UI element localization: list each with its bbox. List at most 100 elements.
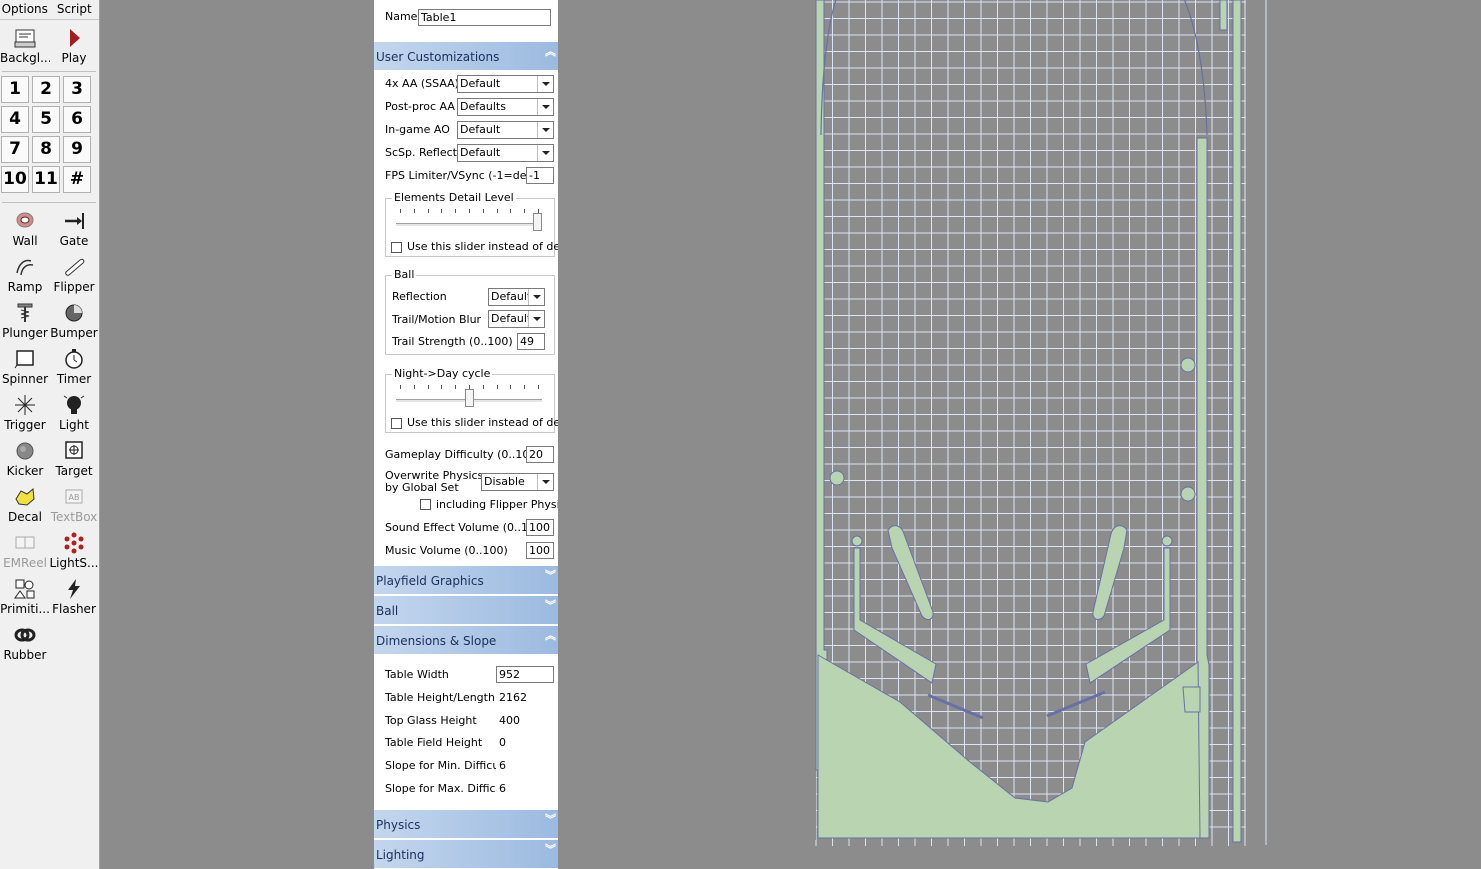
slider-tick	[496, 209, 498, 213]
dropdown-arrow-icon	[537, 474, 553, 490]
fps-row: FPS Limiter/VSync (-1=def.) -1	[374, 166, 558, 186]
layer-button-7[interactable]: 7	[1, 136, 29, 163]
tool-label: Backgl...	[0, 51, 50, 65]
field-height-input[interactable]: 0	[496, 734, 554, 751]
emreel-tool-button[interactable]: EMReel	[0, 527, 50, 571]
section-user-customizations[interactable]: User Customizations ︽	[374, 42, 558, 70]
music-label: Music Volume (0..100)	[385, 544, 508, 557]
right-post-lower[interactable]	[1180, 486, 1196, 502]
target-icon	[65, 441, 83, 459]
light-tool-button[interactable]: Light	[49, 389, 99, 433]
layer-button-1[interactable]: 1	[1, 76, 29, 103]
table-height-row: Table Height/Length 2162	[374, 688, 558, 708]
rubber-tool-button[interactable]: Rubber	[0, 619, 50, 663]
right-post-upper[interactable]	[1180, 357, 1196, 373]
textbox-tool-button[interactable]: AB TextBox	[49, 481, 99, 525]
section-physics[interactable]: Physics ︾	[374, 810, 558, 838]
flipper-physics-label: including Flipper Physics	[436, 498, 558, 511]
section-ball[interactable]: Ball ︾	[374, 596, 558, 624]
layer-button-11[interactable]: 11	[32, 166, 60, 193]
flasher-tool-button[interactable]: Flasher	[49, 573, 99, 617]
top-right-post[interactable]	[1219, 0, 1228, 31]
tool-label: Flipper	[53, 280, 95, 294]
trail-select[interactable]: Default	[488, 310, 545, 328]
bumper-tool-button[interactable]: Bumper	[49, 297, 99, 341]
playfield-canvas[interactable]	[800, 0, 1281, 869]
timer-tool-button[interactable]: Timer	[49, 343, 99, 387]
section-lighting[interactable]: Lighting ︾	[374, 840, 558, 868]
ao-select[interactable]: Default	[457, 121, 554, 139]
layer-button-2[interactable]: 2	[32, 76, 60, 103]
name-input[interactable]: Table1	[418, 9, 551, 26]
primitive-tool-button[interactable]: Primiti...	[0, 573, 50, 617]
play-button[interactable]: Play	[49, 22, 99, 66]
flipper-physics-checkbox[interactable]	[420, 499, 431, 510]
reflect-select[interactable]: Default	[457, 144, 554, 162]
aa-select[interactable]: Default	[457, 75, 554, 93]
slider-thumb[interactable]	[533, 213, 542, 231]
spinner-tool-button[interactable]: Spinner	[0, 343, 50, 387]
difficulty-input[interactable]: 20	[526, 446, 554, 463]
reflection-label: Reflection	[392, 290, 447, 303]
ramp-tool-button[interactable]: Ramp	[0, 251, 50, 295]
tab-script[interactable]: Script	[50, 0, 100, 19]
table-width-row: Table Width 952	[374, 665, 558, 685]
timer-icon	[65, 349, 83, 369]
trigger-tool-button[interactable]: Trigger	[0, 389, 50, 433]
night-checkbox[interactable]	[391, 418, 402, 429]
slider-tick	[482, 209, 484, 213]
night-day-slider[interactable]	[394, 385, 544, 415]
layer-button-4[interactable]: 4	[1, 106, 29, 133]
left-inlane-post[interactable]	[851, 535, 863, 547]
light-icon	[63, 395, 85, 414]
overwrite-select[interactable]: Disable	[481, 473, 554, 491]
layer-button-10[interactable]: 10	[1, 166, 29, 193]
lightsequencer-tool-button[interactable]: LightS...	[49, 527, 99, 571]
section-playfield-graphics[interactable]: Playfield Graphics ︾	[374, 566, 558, 594]
slope-max-input[interactable]: 6	[496, 780, 554, 797]
reflection-select[interactable]: Default	[488, 288, 545, 306]
left-post[interactable]	[829, 470, 845, 486]
trail-strength-input[interactable]: 49	[517, 333, 545, 350]
target-tool-button[interactable]: Target	[49, 435, 99, 479]
tool-label: Spinner	[1, 372, 49, 386]
table-height-input[interactable]: 2162	[496, 689, 554, 706]
flipper-physics-row: including Flipper Physics	[374, 496, 558, 516]
backglass-button[interactable]: Backgl...	[0, 22, 50, 66]
bottom-ruler	[815, 840, 1246, 846]
layer-button-9[interactable]: 9	[63, 136, 91, 163]
slope-min-input[interactable]: 6	[496, 757, 554, 774]
detail-level-slider[interactable]	[394, 209, 544, 239]
sound-input[interactable]: 100	[526, 519, 554, 536]
fps-input[interactable]: -1	[526, 167, 554, 184]
slider-thumb[interactable]	[464, 389, 474, 407]
slider-tick	[441, 385, 443, 389]
wall-tool-button[interactable]: Wall	[0, 205, 50, 249]
glass-height-label: Top Glass Height	[385, 714, 477, 727]
tab-options[interactable]: Options	[0, 0, 50, 19]
layer-button-8[interactable]: 8	[32, 136, 60, 163]
flasher-icon	[68, 579, 80, 599]
layer-button-5[interactable]: 5	[32, 106, 60, 133]
kicker-tool-button[interactable]: Kicker	[0, 435, 50, 479]
right-outer-rail[interactable]	[1232, 0, 1242, 843]
slider-tick	[427, 385, 429, 389]
tool-label: Decal	[8, 510, 42, 524]
layer-button-12[interactable]: #	[63, 166, 91, 193]
table-width-input[interactable]: 952	[496, 666, 554, 683]
plunger-notch[interactable]	[1182, 686, 1201, 713]
right-inlane-post[interactable]	[1161, 535, 1173, 547]
decal-tool-button[interactable]: Decal	[0, 481, 50, 525]
detail-checkbox[interactable]	[391, 242, 402, 253]
tool-label: EMReel	[3, 556, 47, 570]
gate-tool-button[interactable]: Gate	[49, 205, 99, 249]
slider-tick	[524, 385, 526, 389]
flipper-tool-button[interactable]: Flipper	[49, 251, 99, 295]
plunger-tool-button[interactable]: Plunger	[0, 297, 50, 341]
music-input[interactable]: 100	[526, 542, 554, 559]
postproc-select[interactable]: Defaults	[457, 98, 554, 116]
section-dimensions-slope[interactable]: Dimensions & Slope ︽	[374, 626, 558, 654]
layer-button-3[interactable]: 3	[63, 76, 91, 103]
layer-button-6[interactable]: 6	[63, 106, 91, 133]
glass-height-input[interactable]: 400	[496, 712, 554, 729]
